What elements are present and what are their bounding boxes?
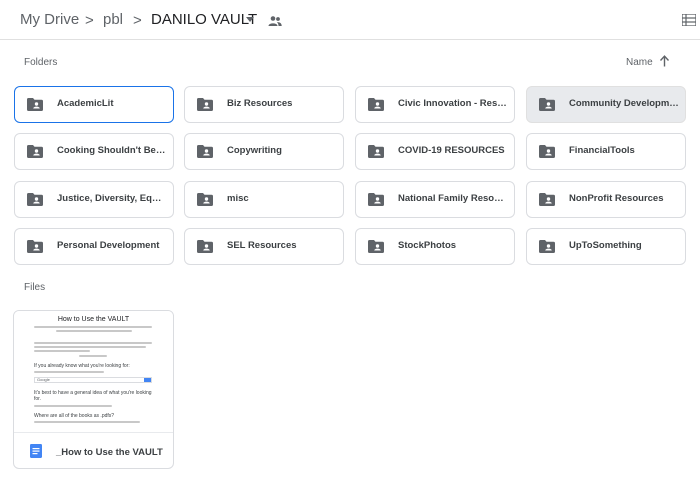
breadcrumb-separator: >: [133, 12, 142, 29]
shared-folder-icon: [27, 193, 43, 206]
folder-item[interactable]: Justice, Diversity, Equit...: [14, 181, 174, 218]
top-bar: My Drive > pbl > DANILO VAULT: [0, 0, 700, 40]
people-icon: [268, 16, 282, 26]
folder-name: FinancialTools: [569, 145, 635, 156]
folders-section-label: Folders: [24, 57, 58, 68]
shared-folder-icon: [197, 193, 213, 206]
folder-item[interactable]: COVID-19 RESOURCES: [355, 133, 515, 170]
thumbnail-heading: It's best to have a general idea of what…: [34, 390, 152, 402]
folder-name: Civic Innovation - Rese...: [398, 98, 508, 109]
thumbnail-text-line: [79, 355, 107, 357]
breadcrumb-separator: >: [85, 12, 94, 29]
sort-by-name-button[interactable]: Name: [626, 57, 653, 68]
file-thumbnail: How to Use the VAULT If you already know…: [14, 311, 173, 433]
folder-name: Justice, Diversity, Equit...: [57, 193, 167, 204]
shared-folder-icon: [539, 98, 555, 111]
folder-item[interactable]: Personal Development: [14, 228, 174, 265]
breadcrumb-my-drive[interactable]: My Drive: [20, 11, 79, 28]
shared-folder-icon: [27, 145, 43, 158]
folder-name: Cooking Shouldn't Be A...: [57, 145, 167, 156]
shared-folder-icon: [539, 145, 555, 158]
folder-name: misc: [227, 193, 249, 204]
thumbnail-heading: Where are all of the books as .pdfs?: [34, 413, 115, 419]
thumbnail-search-button: [144, 378, 151, 382]
thumbnail-text-line: [34, 326, 152, 328]
folder-item[interactable]: Cooking Shouldn't Be A...: [14, 133, 174, 170]
shared-folder-icon: [368, 240, 384, 253]
thumbnail-text-line: [34, 421, 140, 423]
folder-name: National Family Resour...: [398, 193, 508, 204]
shared-folder-icon: [539, 193, 555, 206]
shared-folder-icon: [197, 145, 213, 158]
breadcrumb-current-folder[interactable]: DANILO VAULT: [151, 11, 257, 28]
folder-item[interactable]: misc: [184, 181, 344, 218]
shared-folder-icon: [197, 98, 213, 111]
folder-name: Community Developme...: [569, 98, 679, 109]
thumbnail-text-line: [34, 342, 152, 344]
thumbnail-text-line: [34, 371, 104, 373]
google-doc-icon: [30, 444, 42, 458]
folder-name: NonProfit Resources: [569, 193, 664, 204]
thumbnail-search-box: [34, 377, 152, 383]
folder-item[interactable]: Copywriting: [184, 133, 344, 170]
files-section-label: Files: [24, 282, 46, 293]
breadcrumb-pbl[interactable]: pbl: [103, 11, 123, 28]
folder-name: StockPhotos: [398, 240, 457, 251]
shared-folder-icon: [539, 240, 555, 253]
file-card[interactable]: How to Use the VAULT If you already know…: [13, 310, 174, 469]
thumbnail-text-line: [34, 350, 90, 352]
shared-folder-icon: [27, 240, 43, 253]
shared-folder-icon: [197, 240, 213, 253]
folder-name: Biz Resources: [227, 98, 293, 109]
thumbnail-text-line: [56, 330, 132, 332]
folder-item[interactable]: UpToSomething: [526, 228, 686, 265]
shared-folder-icon: [368, 193, 384, 206]
folder-name: COVID-19 RESOURCES: [398, 145, 505, 156]
folder-name: Copywriting: [227, 145, 282, 156]
folder-item[interactable]: SEL Resources: [184, 228, 344, 265]
folder-name: UpToSomething: [569, 240, 642, 251]
folder-item[interactable]: FinancialTools: [526, 133, 686, 170]
folder-item[interactable]: Community Developme...: [526, 86, 686, 123]
thumbnail-text-line: [34, 346, 146, 348]
shared-folder-icon: [27, 98, 43, 111]
thumbnail-google-label: Google: [37, 377, 50, 382]
chevron-down-icon[interactable]: [246, 17, 254, 22]
folder-item[interactable]: AcademicLit: [14, 86, 174, 123]
folder-item[interactable]: StockPhotos: [355, 228, 515, 265]
folder-name: Personal Development: [57, 240, 160, 251]
arrow-up-icon[interactable]: [659, 55, 670, 67]
folder-name: SEL Resources: [227, 240, 297, 251]
folder-item[interactable]: NonProfit Resources: [526, 181, 686, 218]
folder-item[interactable]: National Family Resour...: [355, 181, 515, 218]
thumbnail-title: How to Use the VAULT: [57, 316, 130, 323]
shared-folder-icon: [368, 98, 384, 111]
shared-folder-icon: [368, 145, 384, 158]
thumbnail-heading: If you already know what you're looking …: [34, 363, 130, 369]
folder-name: AcademicLit: [57, 98, 114, 109]
file-name: _How to Use the VAULT: [56, 447, 163, 458]
folder-item[interactable]: Civic Innovation - Rese...: [355, 86, 515, 123]
list-view-icon[interactable]: [682, 14, 696, 26]
folder-item[interactable]: Biz Resources: [184, 86, 344, 123]
thumbnail-text-line: [34, 405, 112, 407]
